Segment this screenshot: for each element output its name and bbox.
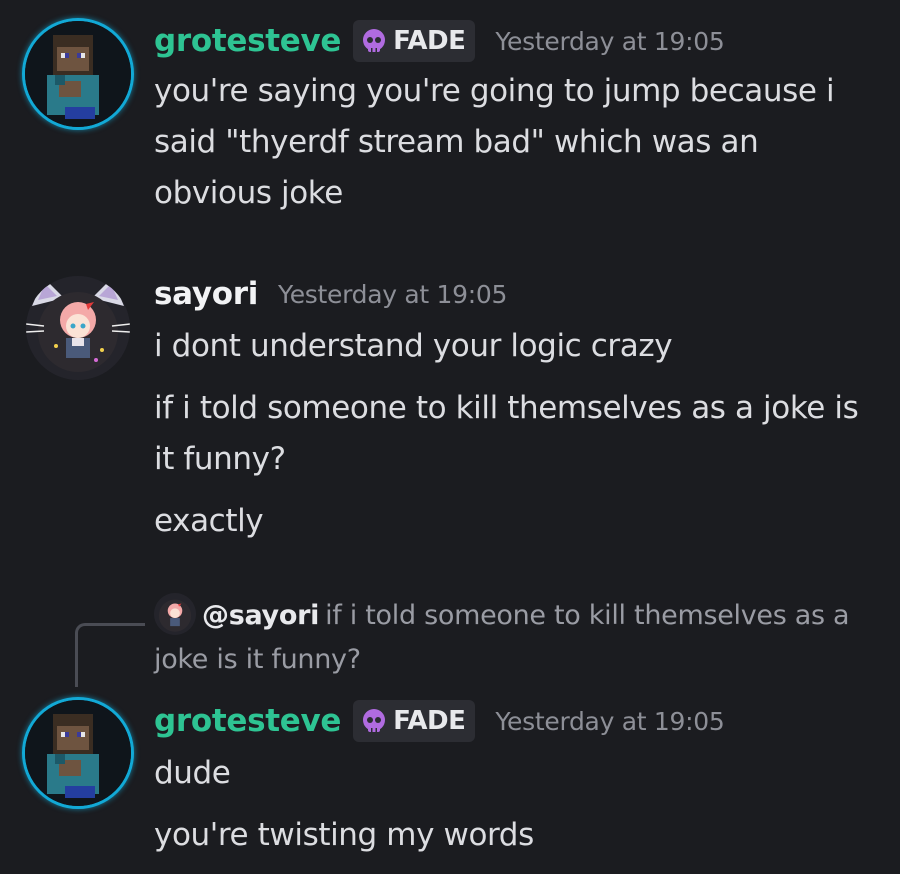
- message-text: i dont understand your logic crazy: [154, 328, 673, 364]
- reply-preview[interactable]: @sayori if i told someone to kill themsel…: [154, 592, 884, 682]
- message-header: grotesteve FADE Yesterday at 19:05: [154, 700, 725, 742]
- reply-author[interactable]: @sayori: [202, 600, 319, 631]
- message-header: grotesteve FADE Yesterday at 19:05: [154, 20, 725, 62]
- username[interactable]: sayori: [154, 276, 258, 312]
- username[interactable]: grotesteve: [154, 23, 341, 59]
- avatar-image: [25, 700, 131, 806]
- timestamp[interactable]: Yesterday at 19:05: [495, 707, 724, 736]
- avatar[interactable]: [26, 276, 130, 380]
- tag-label: FADE: [393, 706, 466, 736]
- skull-icon: [363, 709, 386, 732]
- chat-log: grotesteve FADE Yesterday at 19:05 you'r…: [0, 0, 900, 874]
- message-text: exactly: [154, 503, 264, 539]
- timestamp[interactable]: Yesterday at 19:05: [278, 280, 507, 309]
- reply-avatar: [154, 592, 196, 635]
- clan-tag[interactable]: FADE: [353, 700, 476, 742]
- reply-avatar-image: [154, 592, 196, 635]
- tag-label: FADE: [393, 26, 466, 56]
- timestamp[interactable]: Yesterday at 19:05: [495, 27, 724, 56]
- avatar-image: [25, 21, 131, 127]
- avatar-image: [26, 276, 130, 380]
- message-header: sayori Yesterday at 19:05: [154, 276, 507, 312]
- message-text: you're twisting my words: [154, 817, 534, 853]
- username[interactable]: grotesteve: [154, 703, 341, 739]
- reply-connector: [75, 623, 145, 687]
- message-text: dude: [154, 755, 231, 791]
- avatar[interactable]: [22, 697, 134, 809]
- clan-tag[interactable]: FADE: [353, 20, 476, 62]
- avatar[interactable]: [22, 18, 134, 130]
- skull-icon: [363, 29, 386, 52]
- message-text: if i told someone to kill themselves as …: [154, 390, 859, 477]
- message-text: you're saying you're going to jump becau…: [154, 73, 835, 211]
